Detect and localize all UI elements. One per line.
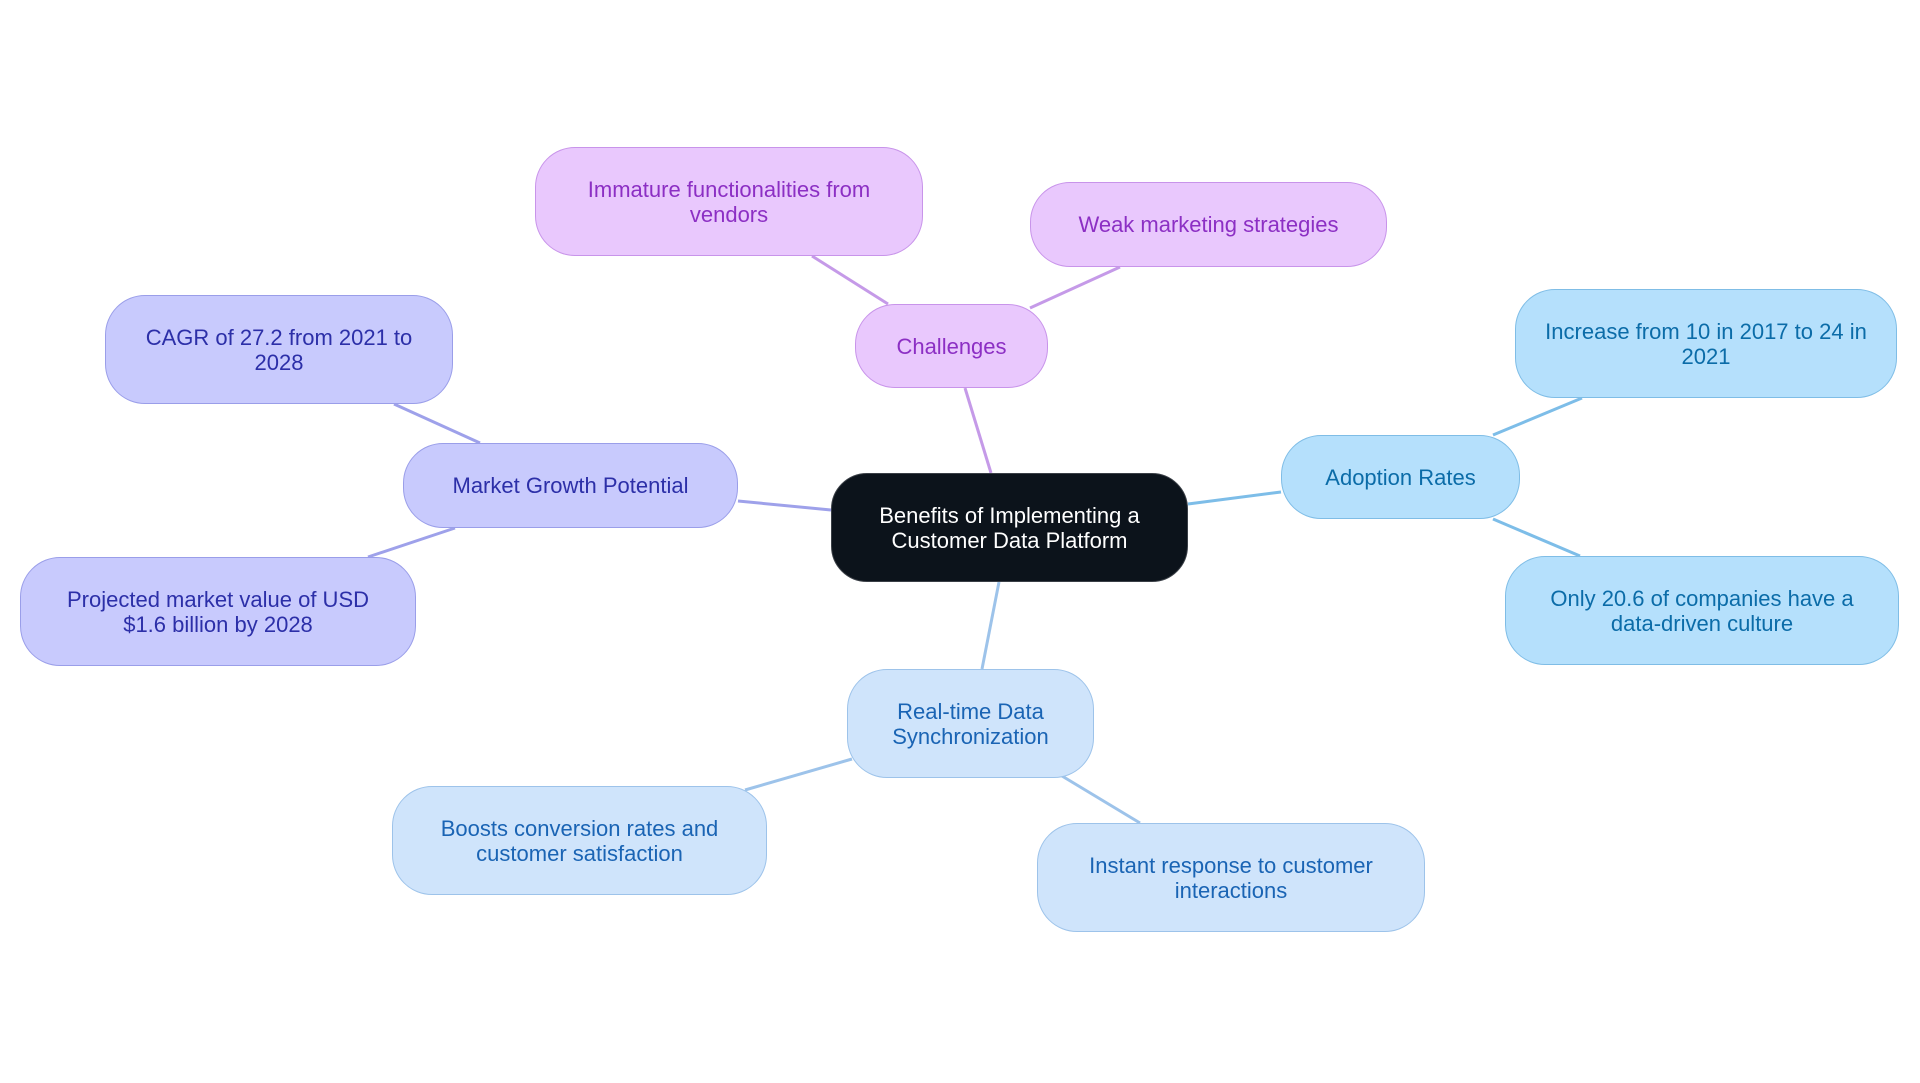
node-realtime-sync[interactable]: Real-time Data Synchronization (847, 669, 1094, 778)
edge-challenges-immature (811, 254, 889, 306)
edge-adoption-increase (1492, 396, 1583, 437)
root-node[interactable]: Benefits of Implementing a Customer Data… (831, 473, 1188, 582)
edge-realtime-instant (1061, 774, 1141, 825)
node-challenges[interactable]: Challenges (855, 304, 1048, 388)
node-immature-functionalities[interactable]: Immature functionalities from vendors (535, 147, 923, 256)
edge-root-market (737, 499, 832, 512)
node-instant-response[interactable]: Instant response to customer interaction… (1037, 823, 1425, 932)
node-data-driven-culture[interactable]: Only 20.6 of companies have a data-drive… (1505, 556, 1899, 665)
edge-adoption-only (1492, 517, 1581, 558)
node-increase[interactable]: Increase from 10 in 2017 to 24 in 2021 (1515, 289, 1897, 398)
node-cagr[interactable]: CAGR of 27.2 from 2021 to 2028 (105, 295, 453, 404)
edge-market-cagr (393, 402, 481, 445)
node-boosts-conversion[interactable]: Boosts conversion rates and customer sat… (392, 786, 767, 895)
edge-market-projected (367, 526, 456, 559)
node-market-growth[interactable]: Market Growth Potential (403, 443, 738, 528)
edge-realtime-boosts (744, 757, 853, 792)
edge-root-realtime (980, 581, 1001, 670)
node-adoption-rates[interactable]: Adoption Rates (1281, 435, 1520, 519)
edge-root-challenges (963, 387, 993, 474)
node-weak-marketing[interactable]: Weak marketing strategies (1030, 182, 1387, 267)
node-projected-market-value[interactable]: Projected market value of USD $1.6 billi… (20, 557, 416, 666)
edge-root-adoption (1187, 490, 1282, 506)
edge-challenges-weak (1029, 265, 1121, 310)
